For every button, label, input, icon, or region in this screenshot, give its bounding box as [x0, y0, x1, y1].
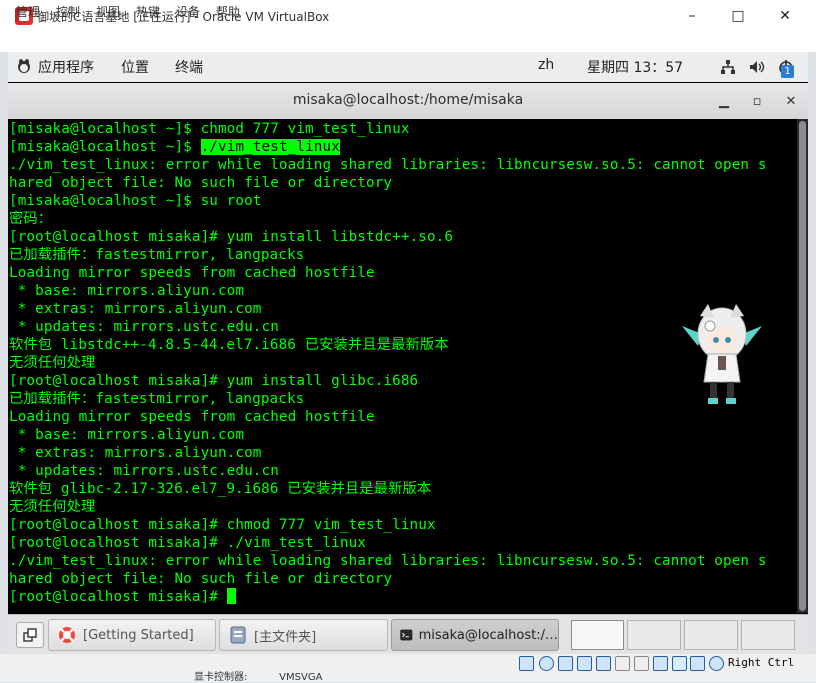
taskbar-item-home-folder[interactable]: [主文件夹] [219, 619, 388, 651]
terminal-output[interactable]: [misaka@localhost ~]$ chmod 777 vim_test… [8, 119, 797, 613]
terminal-prompt: [misaka@localhost ~]$ [9, 139, 201, 155]
terminal-line: [root@localhost misaka]# chmod 777 vim_t… [9, 517, 436, 533]
terminal-line: 无须任何处理 [9, 355, 96, 371]
terminal-titlebar: misaka@localhost:/home/misaka ▁ ▫ ✕ [8, 83, 808, 120]
terminal-line: 无须任何处理 [9, 499, 96, 515]
terminal-line: 密码： [9, 211, 53, 227]
terminal-line: hared object file: No such file or direc… [9, 175, 393, 191]
terminal-line: * base: mirrors.aliyun.com [9, 283, 245, 299]
terminal-line: [misaka@localhost ~]$ ./vim_test_linux [9, 138, 340, 156]
menu-manage[interactable]: 管理 [16, 3, 40, 20]
show-desktop-button[interactable] [16, 622, 44, 648]
hard-disk-icon[interactable] [519, 656, 534, 671]
taskbar-item-label: [Getting Started] [83, 627, 194, 643]
workspace-1[interactable] [571, 620, 624, 650]
network-icon[interactable] [720, 59, 736, 75]
taskbar-item-terminal[interactable]: misaka@localhost:/… [391, 619, 559, 651]
volume-icon[interactable] [748, 59, 766, 75]
menu-control[interactable]: 控制 [56, 3, 80, 20]
maximize-button[interactable]: □ [715, 0, 761, 31]
usb-icon[interactable] [596, 656, 611, 671]
help-lifebuoy-icon [59, 627, 75, 643]
host-key-label: Right Ctrl [728, 656, 795, 669]
network-adapter-icon[interactable] [577, 656, 592, 671]
underlay-value: VMSVGA [279, 672, 323, 683]
underlay-graphics-controller: 显卡控制器: VMSVGA [194, 668, 322, 683]
minimize-button[interactable]: – [669, 0, 715, 31]
terminal-menu[interactable]: 终端 [175, 57, 203, 77]
optical-drive-icon[interactable] [539, 656, 554, 671]
terminal-line: 已加载插件：fastestmirror, langpacks [9, 391, 305, 407]
terminal-line: 软件包 glibc-2.17-326.el7_9.i686 已安装并且是最新版本 [9, 481, 432, 497]
terminal-cursor [226, 588, 236, 604]
terminal-line: ./vim_test_linux: error while loading sh… [9, 553, 767, 569]
terminal-maximize-button[interactable]: ▫ [747, 91, 767, 111]
clock[interactable]: 星期四 13：57 [587, 57, 683, 77]
terminal-line: [misaka@localhost ~]$ su root [9, 193, 262, 209]
audio-icon[interactable] [558, 656, 573, 671]
folder-icon [230, 626, 246, 644]
terminal-line: hared object file: No such file or direc… [9, 571, 393, 587]
terminal-line: ./vim_test_linux: error while loading sh… [9, 157, 767, 173]
terminal-line: * updates: mirrors.ustc.edu.cn [9, 463, 279, 479]
terminal-line: * base: mirrors.aliyun.com [9, 427, 245, 443]
terminal-line: Loading mirror speeds from cached hostfi… [9, 265, 375, 281]
terminal-icon [400, 629, 413, 641]
mouse-integration-icon[interactable] [690, 656, 705, 671]
menu-devices[interactable]: 设备 [176, 3, 200, 20]
terminal-scroll-thumb[interactable] [799, 121, 806, 611]
input-method-indicator[interactable]: zh [538, 57, 554, 73]
menu-hotkeys[interactable]: 热键 [136, 3, 160, 20]
notification-badge[interactable]: 1 [781, 65, 794, 78]
taskbar-item-label: misaka@localhost:/… [418, 627, 558, 643]
menu-view[interactable]: 视图 [96, 3, 120, 20]
terminal-line: [root@localhost misaka]# [9, 588, 236, 606]
workspace-4[interactable] [741, 620, 795, 650]
keyboard-capture-icon[interactable] [709, 656, 724, 671]
show-desktop-icon [23, 628, 37, 642]
terminal-line: * extras: mirrors.aliyun.com [9, 445, 262, 461]
terminal-prompt: [root@localhost misaka]# [9, 589, 227, 605]
shared-folders-icon[interactable] [615, 656, 630, 671]
terminal-close-button[interactable]: ✕ [781, 91, 801, 111]
anime-mascot-image [680, 296, 764, 408]
terminal-line: Loading mirror speeds from cached hostfi… [9, 409, 375, 425]
taskbar-item-label: [主文件夹] [254, 629, 317, 645]
host-menubar [0, 32, 816, 52]
applications-menu[interactable]: 应用程序 [38, 57, 94, 77]
terminal-line: [misaka@localhost ~]$ chmod 777 vim_test… [9, 121, 410, 137]
terminal-line: [root@localhost misaka]# yum install gli… [9, 373, 419, 389]
terminal-minimize-button[interactable]: ▁ [714, 91, 734, 111]
display-icon[interactable] [634, 656, 649, 671]
terminal-line: * extras: mirrors.aliyun.com [9, 301, 262, 317]
menu-help[interactable]: 帮助 [216, 3, 240, 20]
underlay-label: 显卡控制器: [194, 672, 248, 683]
applications-icon [16, 58, 32, 74]
terminal-line: 已加载插件：fastestmirror, langpacks [9, 247, 305, 263]
taskbar-item-getting-started[interactable]: [Getting Started] [48, 619, 216, 651]
highlighted-command: ./vim_test_linux [200, 139, 340, 155]
workspace-3[interactable] [684, 620, 738, 650]
video-capture-icon[interactable] [653, 656, 668, 671]
terminal-line: [root@localhost misaka]# ./vim_test_linu… [9, 535, 367, 551]
terminal-line: [root@localhost misaka]# yum install lib… [9, 229, 454, 245]
places-menu[interactable]: 位置 [121, 57, 149, 77]
terminal-line: 软件包 libstdc++-4.8.5-44.el7.i686 已安装并且是最新… [9, 337, 449, 353]
workspace-2[interactable] [627, 620, 681, 650]
terminal-title: misaka@localhost:/home/misaka [292, 92, 524, 108]
terminal-line: * updates: mirrors.ustc.edu.cn [9, 319, 279, 335]
close-button[interactable]: ✕ [762, 0, 808, 31]
virtualization-icon[interactable] [672, 656, 687, 671]
